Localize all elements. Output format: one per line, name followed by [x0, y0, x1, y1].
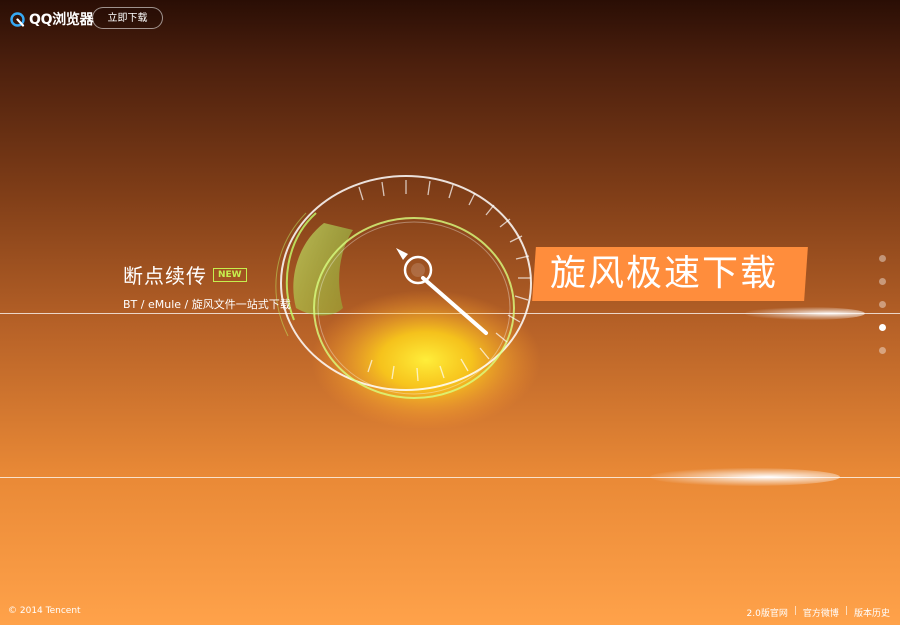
- feature-block: 断点续传 NEW BT / eMule / 旋风文件一站式下载: [123, 260, 291, 312]
- carousel-pagination: [879, 255, 886, 354]
- light-streak-top: [745, 307, 865, 320]
- carousel-dot-2[interactable]: [879, 278, 886, 285]
- speedometer-illustration: [275, 175, 541, 430]
- feature-subtitle: BT / eMule / 旋风文件一站式下载: [123, 298, 291, 311]
- feature-title: 断点续传: [123, 264, 207, 288]
- qq-browser-logo-icon: [10, 11, 25, 27]
- copyright-text: © 2014 Tencent: [8, 606, 81, 616]
- brand-name: QQ浏览器: [29, 12, 94, 28]
- footer-link-weibo[interactable]: 官方微博: [803, 606, 839, 619]
- footer-links: 2.0版官网 | 官方微博 | 版本历史: [747, 606, 890, 619]
- brand-logo[interactable]: QQ浏览器: [10, 9, 94, 29]
- footer-link-version-history[interactable]: 版本历史: [854, 606, 890, 619]
- carousel-dot-4[interactable]: [879, 324, 886, 331]
- new-badge: NEW: [213, 267, 247, 282]
- footer-separator: |: [844, 606, 848, 616]
- download-now-button[interactable]: 立即下载: [92, 7, 163, 29]
- footer-separator: |: [793, 606, 797, 616]
- carousel-dot-5[interactable]: [879, 347, 886, 354]
- speed-gauge-illustration: [258, 168, 558, 430]
- light-streak-bottom: [650, 468, 840, 486]
- footer-link-official-site[interactable]: 2.0版官网: [747, 606, 788, 619]
- banner-title: 旋风极速下载: [550, 253, 779, 294]
- carousel-dot-1[interactable]: [879, 255, 886, 262]
- carousel-dot-3[interactable]: [879, 301, 886, 308]
